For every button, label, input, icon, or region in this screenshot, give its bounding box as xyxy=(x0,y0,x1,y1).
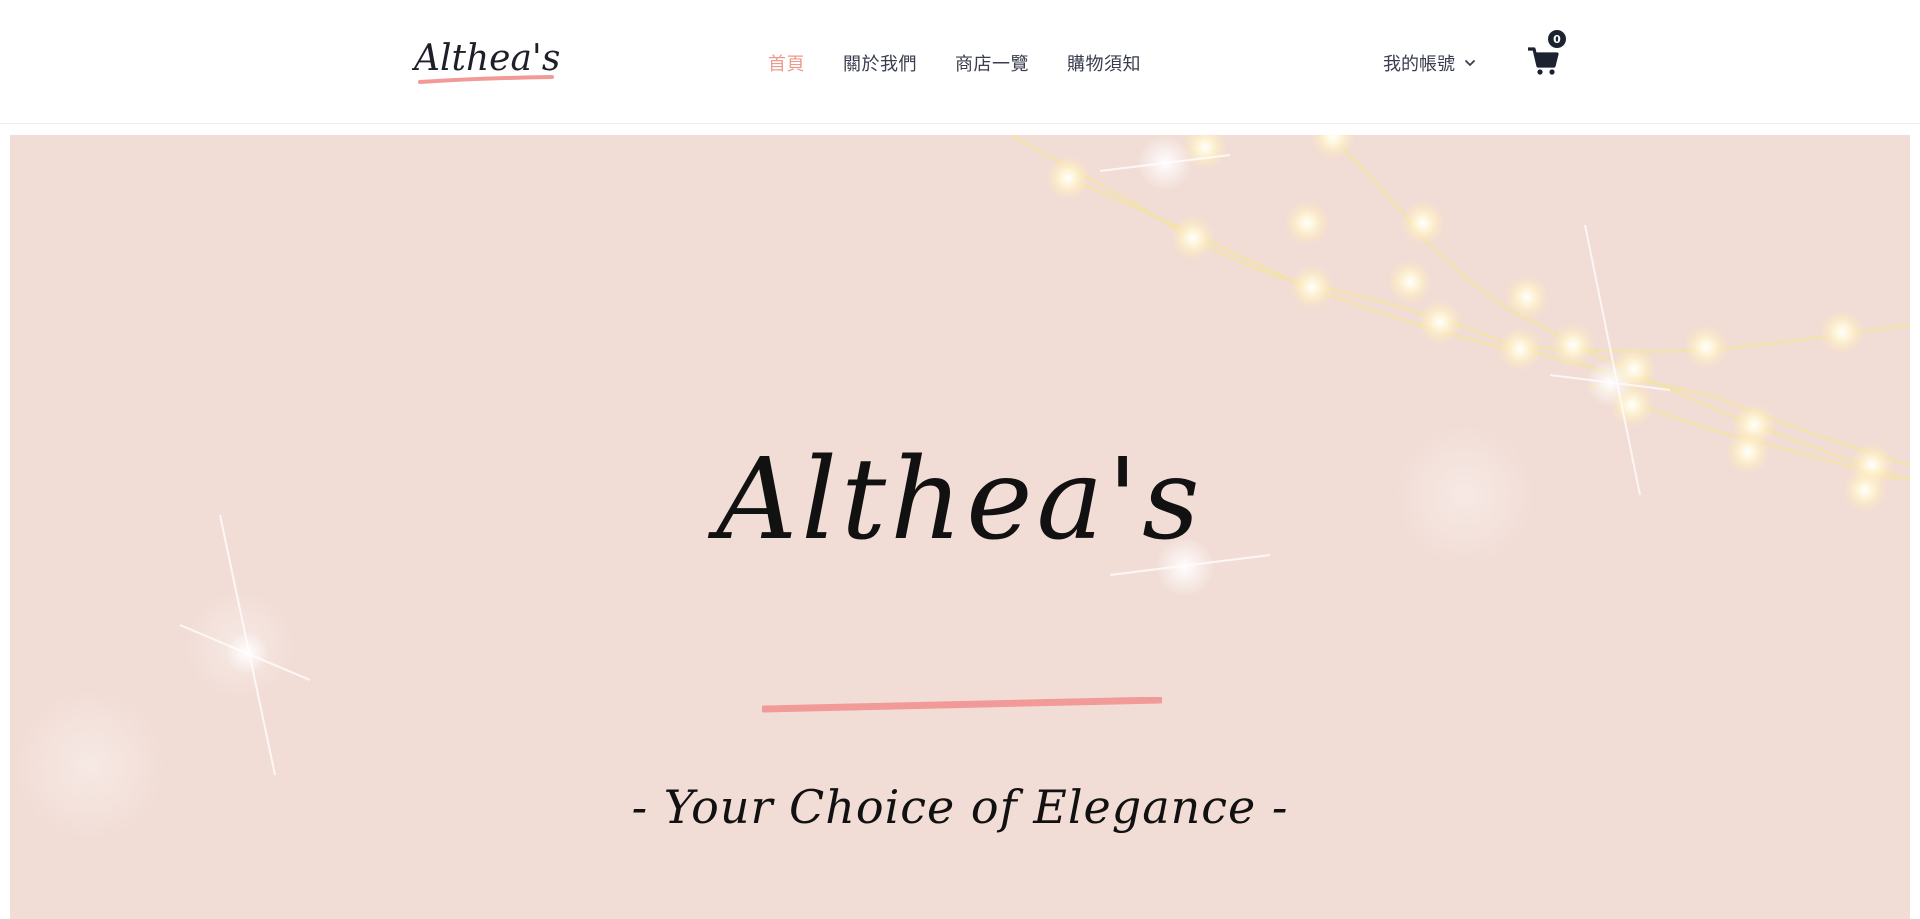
nav-item-home[interactable]: 首頁 xyxy=(768,50,805,76)
chevron-down-icon xyxy=(1465,60,1475,66)
nav-item-shopping-guide[interactable]: 購物須知 xyxy=(1067,50,1141,76)
hero-tagline: - Your Choice of Elegance - xyxy=(631,780,1289,834)
hero-title: Althea's xyxy=(716,435,1204,565)
nav-item-shop[interactable]: 商店一覽 xyxy=(955,50,1029,76)
account-label: 我的帳號 xyxy=(1383,54,1455,75)
main-nav: 首頁 關於我們 商店一覽 購物須知 xyxy=(768,49,1179,77)
site-header: Althea's 首頁 關於我們 商店一覽 購物須知 我的帳號 0 xyxy=(0,0,1920,124)
site-logo[interactable]: Althea's xyxy=(412,30,562,90)
nav-item-about[interactable]: 關於我們 xyxy=(843,50,917,76)
cart-count-badge: 0 xyxy=(1548,30,1566,48)
site-logo-text: Althea's xyxy=(412,38,560,79)
account-menu[interactable]: 我的帳號 xyxy=(1383,49,1477,77)
hero-banner: Althea's - Your Choice of Elegance - xyxy=(10,135,1910,919)
shopping-cart-icon[interactable] xyxy=(1526,44,1560,78)
hero-title-underline xyxy=(762,697,1162,713)
